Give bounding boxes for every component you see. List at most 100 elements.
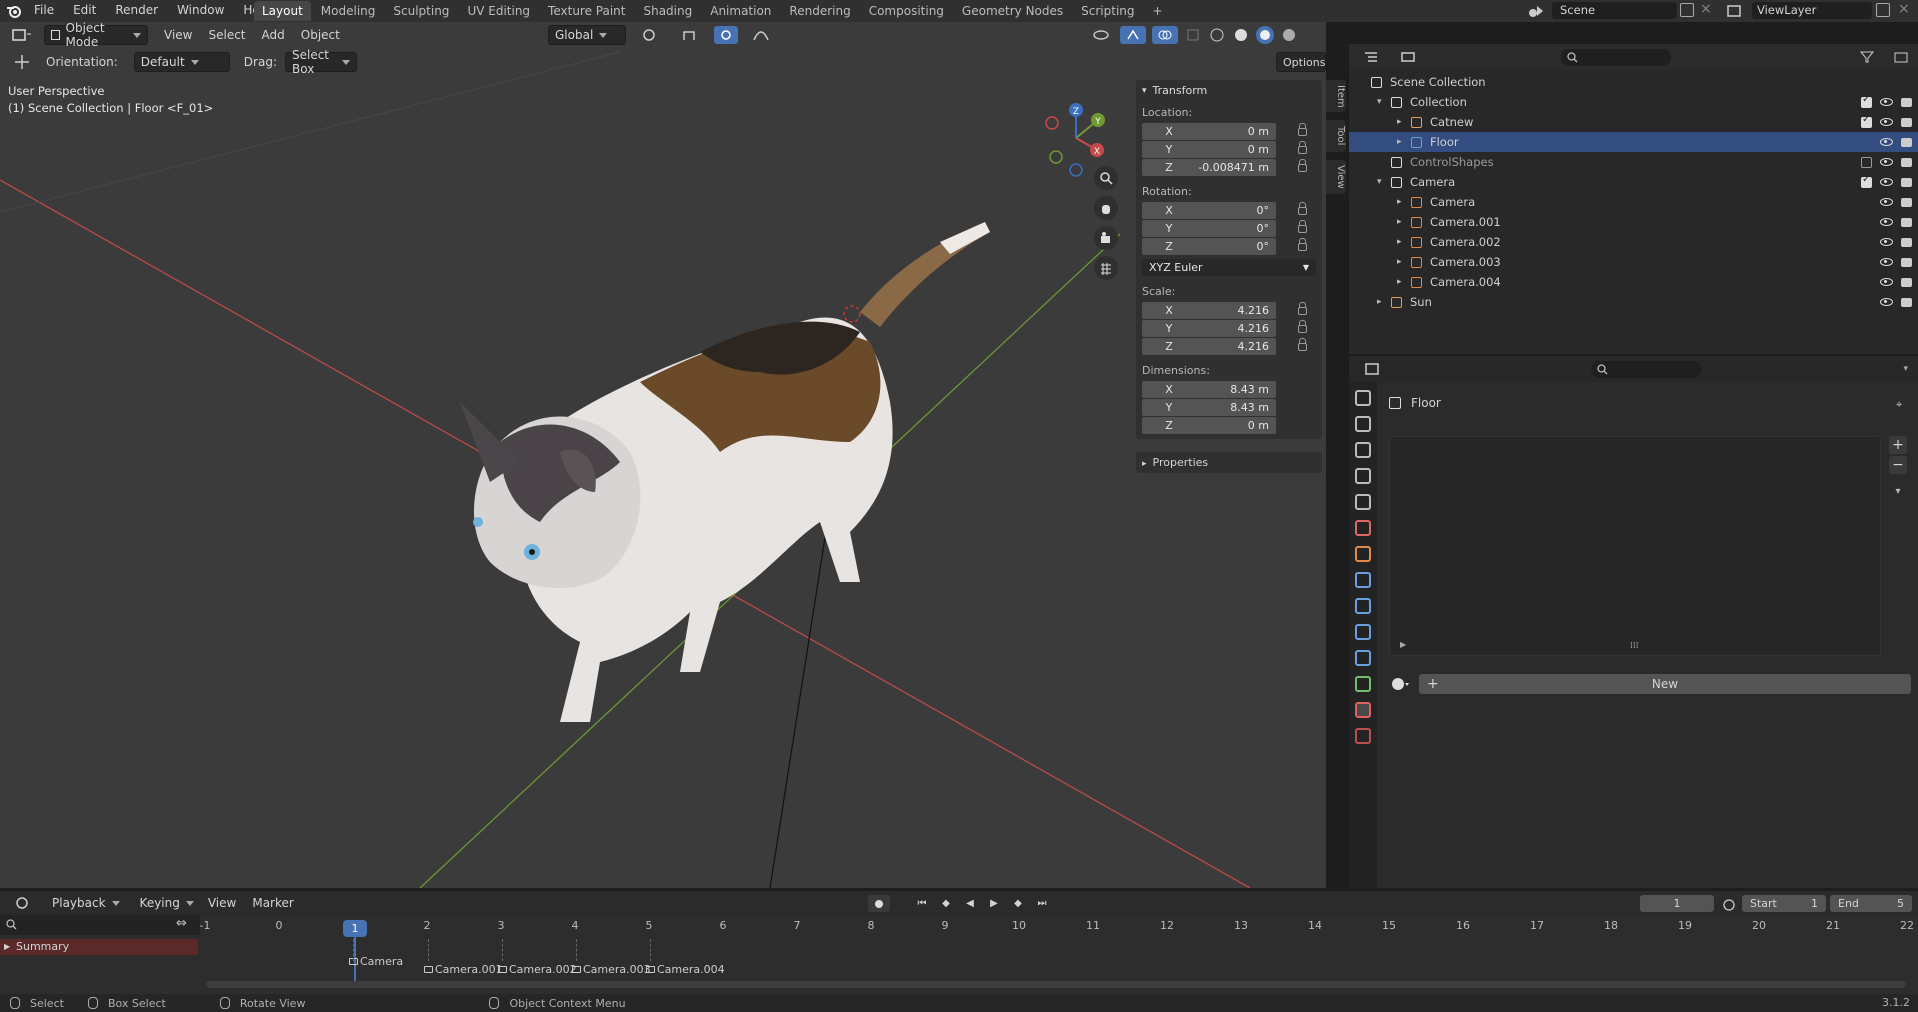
add-workspace-icon[interactable]: + [1145,1,1171,21]
render-camera-icon[interactable] [1901,137,1912,147]
tab-sculpting[interactable]: Sculpting [385,1,457,21]
outliner-row[interactable]: ▸ Camera.004 [1349,272,1918,292]
tab-uv-editing[interactable]: UV Editing [459,1,538,21]
ortho-grid-icon[interactable] [1094,256,1118,280]
camera-marker[interactable]: Camera.002 [498,963,577,976]
scale-z-field[interactable]: Z 4.216 [1142,338,1276,355]
camera-view-icon[interactable] [1094,226,1118,250]
tab-rendering[interactable]: Rendering [781,1,858,21]
view-layer-icon[interactable] [1722,3,1748,19]
render-camera-icon[interactable] [1901,197,1912,207]
tool-tab-icon[interactable] [1355,390,1371,406]
options-button[interactable]: Options [1276,52,1326,72]
tab-scripting[interactable]: Scripting [1073,1,1142,21]
outliner-search-input[interactable] [1561,48,1671,66]
visibility-eye-icon[interactable] [1880,118,1893,126]
dimensions-z-field[interactable]: Z 0 m [1142,417,1276,434]
tab-geometry-nodes[interactable]: Geometry Nodes [954,1,1071,21]
view-layer-selector[interactable]: ViewLayer [1752,2,1872,19]
new-scene-icon[interactable] [1680,3,1694,17]
tab-shading[interactable]: Shading [635,1,700,21]
tab-compositing[interactable]: Compositing [861,1,952,21]
outliner-row[interactable]: ▸ Camera.002 [1349,232,1918,252]
visibility-eye-icon[interactable] [1880,238,1893,246]
delete-view-layer-icon[interactable]: × [1898,1,1910,17]
material-tab-icon[interactable] [1355,702,1371,718]
wireframe-shading-icon[interactable] [1208,26,1226,44]
render-camera-icon[interactable] [1901,157,1912,167]
scene-selector[interactable]: Scene [1552,2,1677,19]
modifier-tab-icon[interactable] [1355,572,1371,588]
properties-search-input[interactable] [1591,360,1701,378]
constraints-tab-icon[interactable] [1355,650,1371,666]
dimensions-y-field[interactable]: Y 8.43 m [1142,399,1276,416]
tab-layout[interactable]: Layout [254,1,311,21]
visibility-eye-icon[interactable] [1880,298,1893,306]
timeline-scrollbar[interactable] [206,981,1906,988]
lock-icon[interactable] [1298,319,1307,333]
outliner-row[interactable]: ▸ Sun [1349,292,1918,312]
menu-window[interactable]: Window [177,3,224,17]
tab-texture-paint[interactable]: Texture Paint [540,1,633,21]
visibility-eye-icon[interactable] [1880,158,1893,166]
rotation-mode-selector[interactable]: XYZ Euler ▼ [1142,259,1316,276]
expand-toggle-icon[interactable]: ▸ [1397,197,1411,207]
mode-selector[interactable]: Object Mode [44,22,148,49]
location-x-field[interactable]: X 0 m [1142,123,1276,140]
dimensions-x-field[interactable]: X 8.43 m [1142,381,1276,398]
object-tab-icon[interactable] [1355,546,1371,562]
rendered-shading-icon[interactable] [1280,26,1298,44]
render-tab-icon[interactable] [1355,416,1371,432]
render-camera-icon[interactable] [1901,217,1912,227]
pin-icon[interactable]: ⌖ [1896,398,1902,412]
expand-arrow-icon[interactable]: ▶ [1400,640,1406,649]
xray-icon[interactable] [1184,26,1202,44]
outliner-row[interactable]: ▸ Camera.003 [1349,252,1918,272]
filter-icon[interactable] [1854,51,1880,63]
data-tab-icon[interactable] [1355,676,1371,692]
resize-handle-icon[interactable]: ⁞⁞⁞ [1630,641,1639,651]
outliner-editor-icon[interactable] [1359,50,1385,64]
texture-tab-icon[interactable] [1355,728,1371,744]
tab-animation[interactable]: Animation [702,1,779,21]
outliner-row[interactable]: ▸ Floor [1349,132,1918,152]
lock-icon[interactable] [1298,337,1307,351]
tab-tool[interactable]: Tool [1326,120,1346,152]
material-browse-icon[interactable] [1385,674,1417,694]
visibility-eye-icon[interactable] [1880,278,1893,286]
scene-tab-icon[interactable] [1355,494,1371,510]
proportional-edit-icon[interactable] [714,26,738,44]
properties-options-icon[interactable]: ▾ [1903,364,1908,374]
lock-icon[interactable] [1298,219,1307,233]
expand-toggle-icon[interactable]: ▸ [1377,297,1391,307]
render-camera-icon[interactable] [1901,117,1912,127]
camera-marker[interactable]: Camera.004 [646,963,725,976]
pan-hand-icon[interactable] [1094,196,1118,220]
outliner-row[interactable]: ▸ Camera [1349,192,1918,212]
transform-header[interactable]: ▾ Transform [1142,84,1316,97]
remove-slot-icon[interactable]: − [1889,456,1907,474]
new-collection-icon[interactable] [1890,51,1912,63]
expand-toggle-icon[interactable]: ▸ [1397,277,1411,287]
viewport-menu-select[interactable]: Select [208,28,245,42]
exclude-checkbox[interactable] [1861,156,1872,168]
visibility-icon[interactable] [1088,26,1114,44]
playhead[interactable]: 1 [343,920,367,937]
lock-icon[interactable] [1298,122,1307,136]
rotation-x-field[interactable]: X 0° [1142,202,1276,219]
visibility-eye-icon[interactable] [1880,218,1893,226]
visibility-eye-icon[interactable] [1880,98,1893,106]
rotation-y-field[interactable]: Y 0° [1142,220,1276,237]
camera-marker[interactable]: Camera.003 [572,963,651,976]
lock-icon[interactable] [1298,140,1307,154]
scene-icon[interactable] [1524,3,1550,19]
lock-icon[interactable] [1298,237,1307,251]
location-y-field[interactable]: Y 0 m [1142,141,1276,158]
location-z-field[interactable]: Z -0.008471 m [1142,159,1276,176]
expand-toggle-icon[interactable]: ▸ [1397,257,1411,267]
tab-view[interactable]: View [1326,160,1346,194]
lock-icon[interactable] [1298,158,1307,172]
lock-icon[interactable] [1298,201,1307,215]
exclude-checkbox[interactable] [1861,174,1872,188]
visibility-eye-icon[interactable] [1880,198,1893,206]
